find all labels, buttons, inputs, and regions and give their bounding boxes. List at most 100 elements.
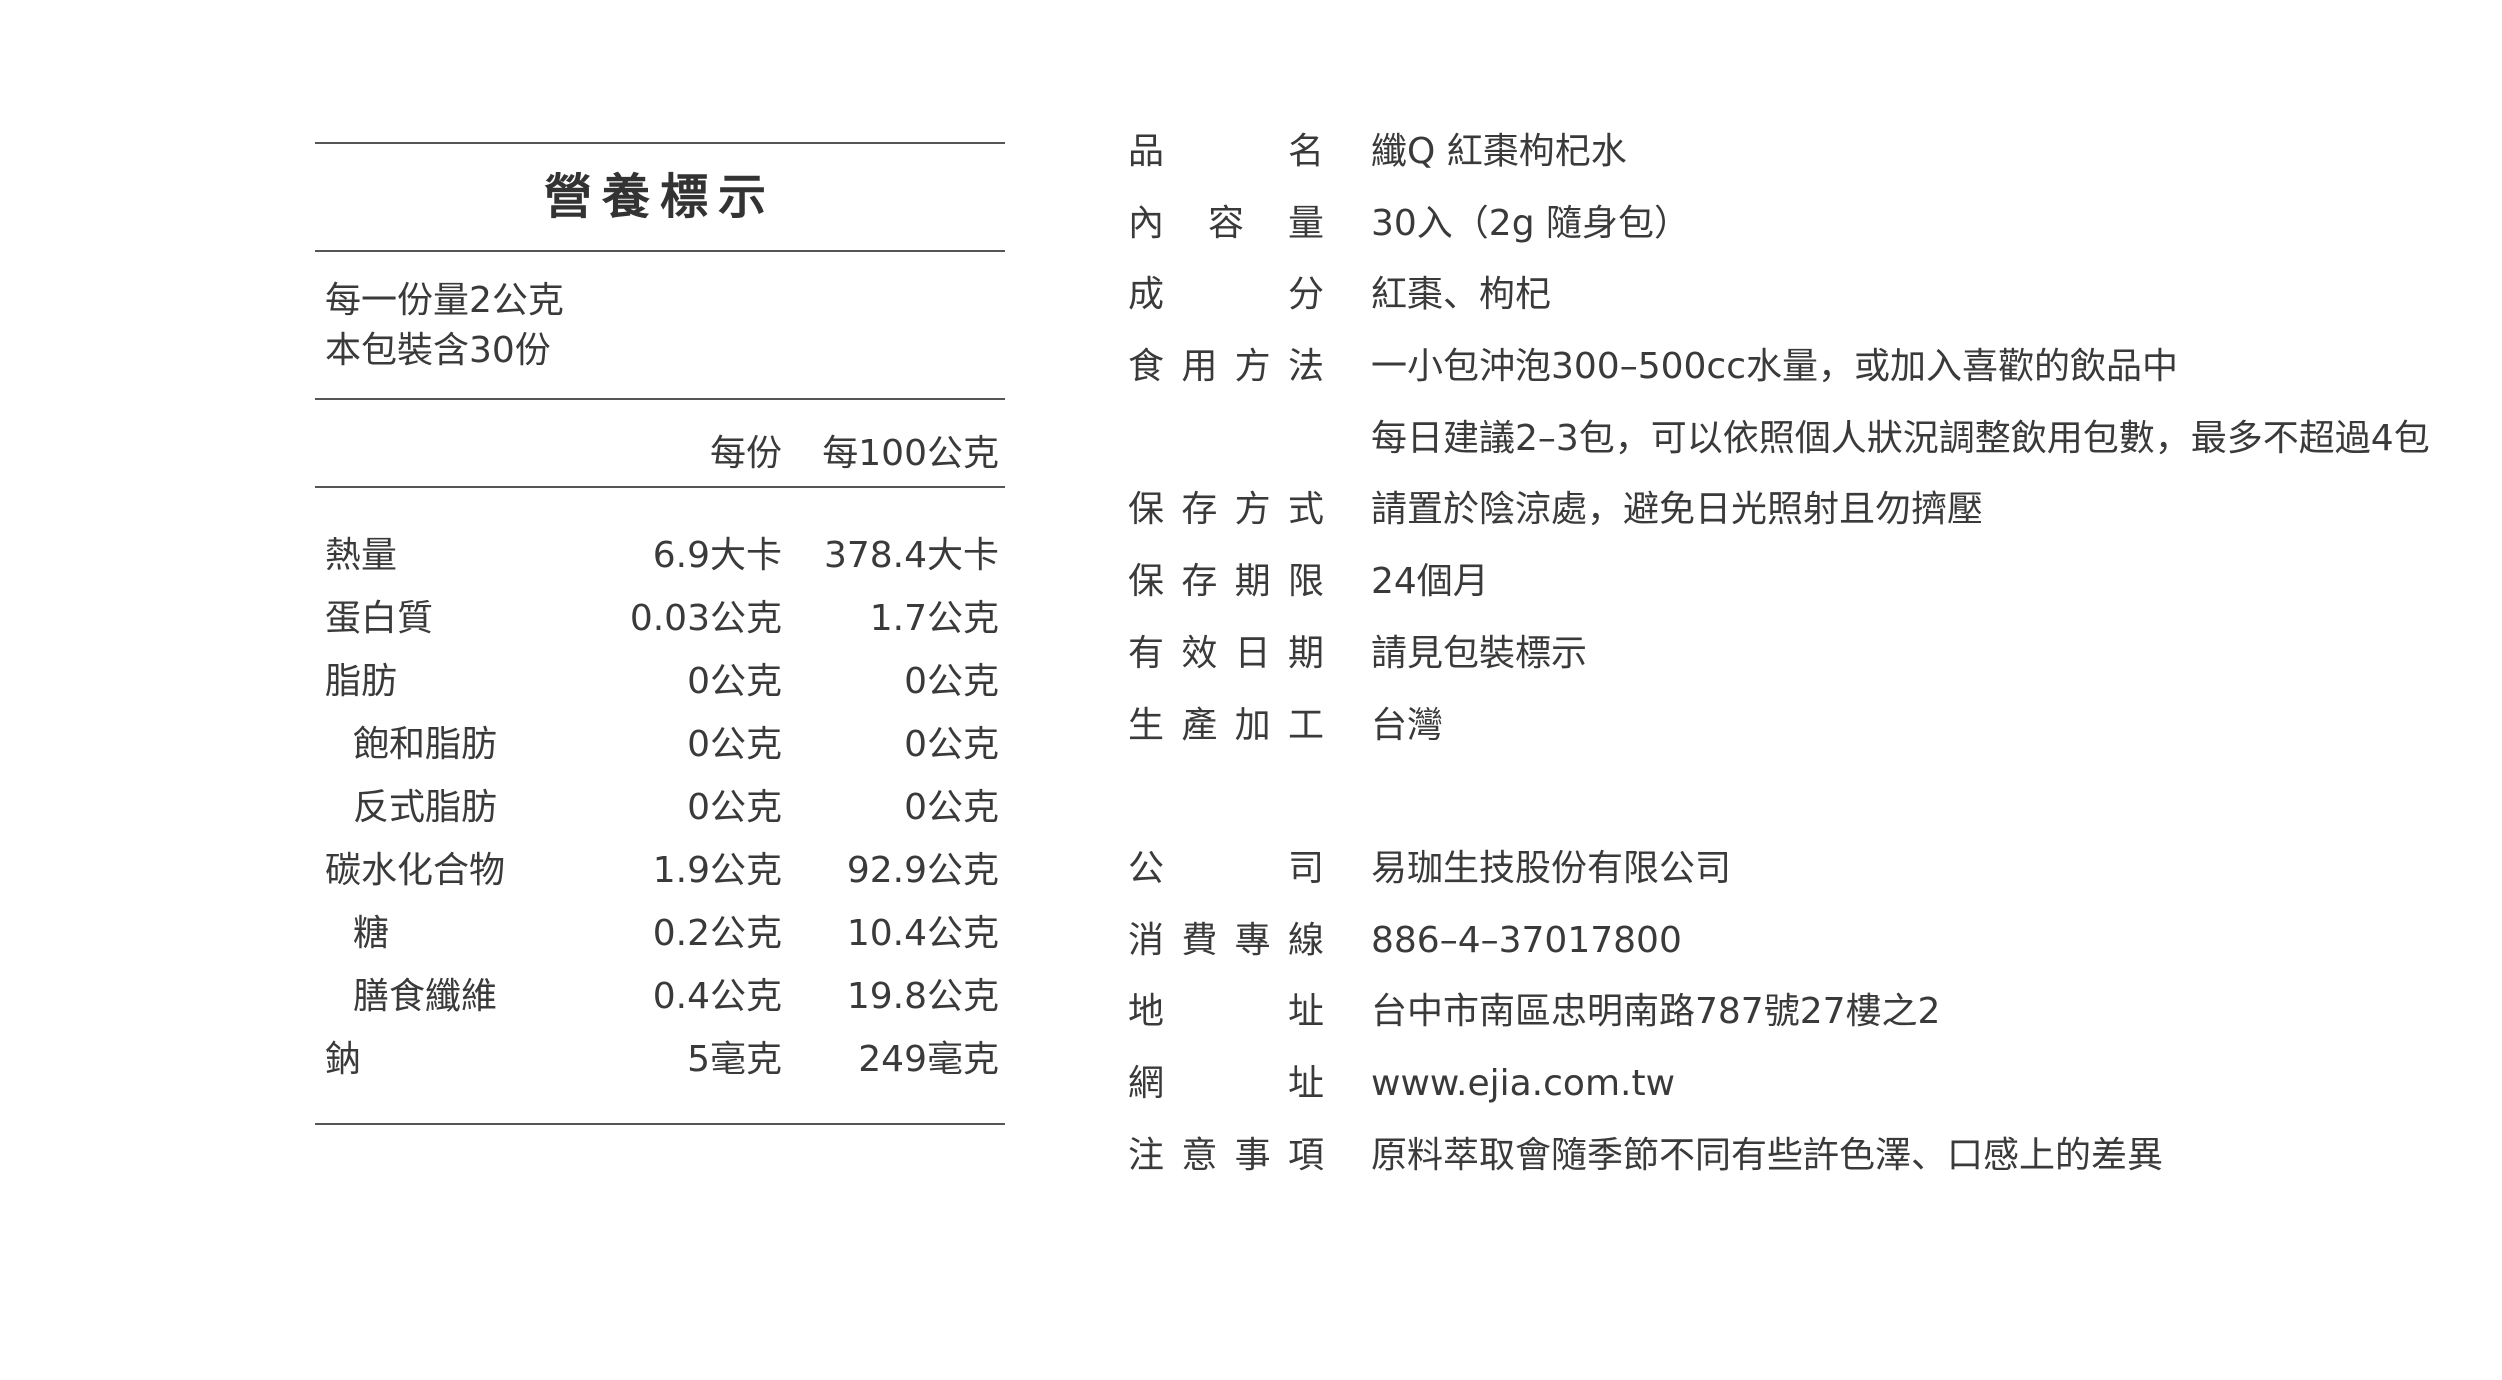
info-value: 一小包沖泡300–500cc水量，或加入喜歡的飲品中: [1371, 346, 2179, 388]
info-label: 內容 量: [1128, 194, 1324, 254]
info-value: 易珈生技股份有限公司: [1371, 847, 1732, 889]
column-header-per-serving: 每份: [709, 433, 782, 474]
serving-size: 每一份量2公克: [325, 280, 564, 321]
servings-per-package: 本包裝含30份: [325, 330, 551, 371]
info-value: 原料萃取會隨季節不同有些許色澤、口感上的差異: [1371, 1134, 2164, 1176]
nutrient-per-100g: 378.4大卡: [823, 535, 999, 576]
info-label-char: 注: [1128, 1134, 1165, 1176]
nutrient-row: 碳水化合物 1.9公克 92.9公克: [315, 839, 1005, 902]
column-header-per-100g: 每100公克: [822, 433, 999, 474]
info-label-char: 存: [1181, 489, 1218, 531]
nutrient-per-serving: 0.03公克: [629, 598, 782, 639]
info-label-char: 限: [1287, 561, 1324, 603]
info-label-char: 量: [1287, 202, 1324, 244]
info-row: 消費專線 886–4–37017800: [1128, 911, 2468, 983]
nutrient-label: 脂肪: [325, 661, 398, 702]
info-value: 請見包裝標示: [1371, 632, 1588, 674]
info-row: 有效日期 請見包裝標示: [1128, 624, 2468, 696]
nutrient-row: 脂肪 0公克 0公克: [315, 650, 1005, 713]
info-row: 生產加工 台灣: [1128, 696, 2468, 768]
info-label-char: 方: [1234, 489, 1271, 531]
info-row: 地址台中市南區忠明南路787號27樓之2: [1128, 982, 2468, 1054]
info-label-char: 保: [1128, 561, 1165, 603]
info-label-char: 網: [1128, 1062, 1165, 1104]
nutrient-per-100g: 10.4公克: [846, 913, 999, 954]
info-label-char: 址: [1287, 991, 1324, 1033]
info-value: 紅棗、枸杞: [1371, 274, 1552, 316]
info-label-char: 地: [1128, 991, 1165, 1033]
nutrition-title: 營養標示: [543, 169, 776, 225]
info-row: 內容 量 30入（2g 隨身包）: [1128, 194, 2468, 266]
info-label: 品名: [1128, 122, 1324, 182]
info-label-char: 費: [1181, 919, 1218, 961]
info-label: 食用方法: [1128, 337, 1324, 397]
info-label-char: 事: [1234, 1134, 1271, 1176]
info-row: 成分 紅棗、枸杞: [1128, 265, 2468, 337]
info-label-char: 址: [1287, 1062, 1324, 1104]
info-label-char: 司: [1287, 847, 1324, 889]
nutrient-row: 膳食纖維 0.4公克 19.8公克: [315, 965, 1005, 1028]
nutrient-per-100g: 0公克: [904, 724, 999, 765]
info-label-char: 內: [1128, 202, 1165, 244]
nutrient-per-serving: 5毫克: [687, 1039, 782, 1080]
info-label-char: 品: [1128, 131, 1165, 172]
nutrient-per-serving: 6.9大卡: [652, 535, 782, 576]
nutrient-row: 反式脂肪 0公克 0公克: [315, 776, 1005, 839]
info-row: 食用方法 一小包沖泡300–500cc水量，或加入喜歡的飲品中: [1128, 337, 2468, 409]
nutrient-per-serving: 0公克: [687, 661, 782, 702]
info-label: 網址: [1128, 1054, 1324, 1114]
bottom-rule: [315, 1123, 1005, 1125]
serving-info: 每一份量2公克 本包裝含30份: [315, 252, 1005, 398]
info-label: 成分: [1128, 265, 1324, 325]
info-label-char: 存: [1181, 561, 1218, 603]
info-label-char: 消: [1128, 919, 1165, 961]
nutrient-per-serving: 0公克: [687, 787, 782, 828]
info-label: 生產加工: [1128, 696, 1324, 756]
nutrient-row: 糖 0.2公克 10.4公克: [315, 902, 1005, 965]
nutrient-per-serving: 0公克: [687, 724, 782, 765]
nutrient-per-100g: 19.8公克: [846, 976, 999, 1017]
info-label-char: 式: [1287, 489, 1324, 531]
nutrient-row: 飽和脂肪 0公克 0公克: [315, 713, 1005, 776]
nutrient-per-serving: 0.2公克: [652, 913, 782, 954]
info-label-char: 意: [1181, 1134, 1218, 1176]
info-row: 網址 www.ejia.com.tw: [1128, 1054, 2468, 1126]
info-label-char: 名: [1287, 131, 1324, 172]
info-value: 886–4–37017800: [1371, 919, 1682, 961]
info-label: 注意事項: [1128, 1126, 1324, 1186]
nutrient-row: 熱量 6.9大卡 378.4大卡: [315, 524, 1005, 587]
info-label-char: 方: [1234, 346, 1271, 388]
info-label-char: 期: [1287, 632, 1324, 674]
info-label: 消費專線: [1128, 911, 1324, 971]
info-label-char: 公: [1128, 847, 1165, 889]
nutrient-row: 蛋白質 0.03公克 1.7公克: [315, 587, 1005, 650]
info-label: 保存方式: [1128, 480, 1324, 540]
nutrient-row: 鈉 5毫克 249毫克: [315, 1028, 1005, 1091]
info-value: 每日建議2–3包，可以依照個人狀況調整飲用包數，最多不超過4包: [1371, 417, 2430, 459]
nutrient-per-100g: 0公克: [904, 661, 999, 702]
info-label-char: 工: [1287, 704, 1324, 746]
info-label-char: 分: [1287, 274, 1324, 316]
info-label-char: 有: [1128, 632, 1165, 674]
info-row: 每日建議2–3包，可以依照個人狀況調整飲用包數，最多不超過4包: [1128, 409, 2468, 481]
nutrient-per-100g: 1.7公克: [869, 598, 999, 639]
info-label: 公司: [1128, 839, 1324, 899]
info-row: 保存期限 24個月: [1128, 552, 2468, 624]
nutrient-rows: 熱量 6.9大卡 378.4大卡 蛋白質 0.03公克 1.7公克 脂肪 0公克 0公克 飽和脂肪…: [315, 488, 1005, 1123]
info-label-char: 項: [1287, 1134, 1324, 1176]
info-label-char: 加: [1234, 704, 1271, 746]
info-label-char: 食: [1128, 346, 1165, 388]
nutrient-label: 蛋白質: [325, 598, 434, 639]
info-label: 保存期限: [1128, 552, 1324, 612]
nutrient-per-100g: 92.9公克: [846, 850, 999, 891]
info-label-char: 期: [1234, 561, 1271, 603]
info-label-char: 日: [1234, 632, 1271, 674]
nutrient-label: 反式脂肪: [353, 787, 498, 828]
info-label: 有效日期: [1128, 624, 1324, 684]
info-value: www.ejia.com.tw: [1371, 1062, 1676, 1104]
info-row: 注意事項 原料萃取會隨季節不同有些許色澤、口感上的差異: [1128, 1126, 2468, 1198]
info-label-char: 效: [1181, 632, 1218, 674]
nutrient-per-100g: 0公克: [904, 787, 999, 828]
nutrient-label: 膳食纖維: [353, 976, 498, 1017]
